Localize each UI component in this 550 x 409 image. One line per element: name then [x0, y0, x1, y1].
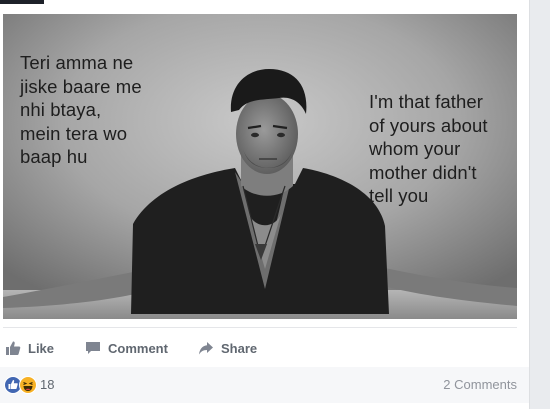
share-arrow-icon	[197, 339, 215, 357]
reactions-bar: 18 2 Comments	[0, 367, 529, 403]
meme-caption-left: Teri amma ne jiske baare me nhi btaya, m…	[20, 52, 142, 167]
meme-caption-right: I'm that father of yours about whom your…	[369, 91, 488, 206]
actions-top-divider	[3, 327, 517, 328]
haha-icon	[19, 376, 37, 394]
reaction-count[interactable]: 18	[40, 377, 54, 392]
thumbs-up-icon	[4, 339, 22, 357]
post-card: Teri amma ne jiske baare me nhi btaya, m…	[0, 0, 530, 409]
share-label: Share	[221, 340, 258, 356]
like-label: Like	[28, 340, 55, 356]
share-button[interactable]: Share	[197, 333, 257, 363]
comments-count-link[interactable]: 2 Comments	[443, 377, 517, 392]
reaction-icons[interactable]	[4, 375, 38, 395]
post-actions-bar: Like Comment Share	[0, 333, 529, 363]
comment-label: Comment	[108, 340, 168, 356]
previous-post-edge	[0, 0, 44, 4]
post-image[interactable]: Teri amma ne jiske baare me nhi btaya, m…	[3, 14, 517, 319]
comment-bubble-icon	[84, 339, 102, 357]
like-icon	[4, 376, 22, 394]
comment-button[interactable]: Comment	[84, 333, 168, 363]
like-button[interactable]: Like	[4, 333, 54, 363]
